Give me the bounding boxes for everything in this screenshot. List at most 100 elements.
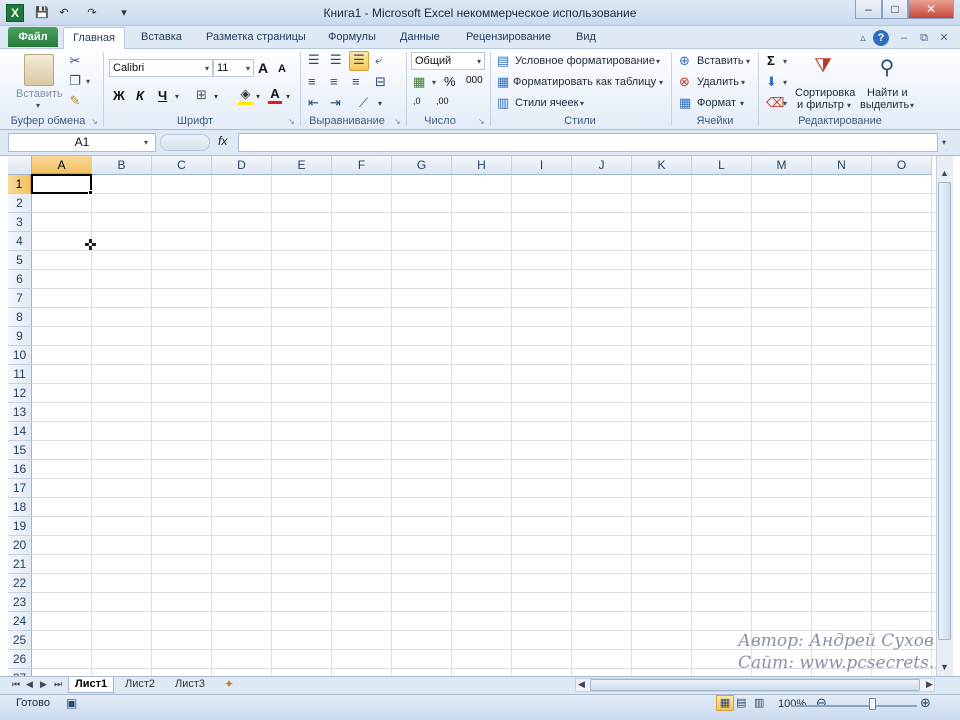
font-launcher-icon[interactable]: ↘ (288, 117, 295, 126)
borders-icon[interactable]: ⊞ (196, 87, 207, 103)
next-sheet-icon[interactable]: ▶ (40, 679, 47, 690)
decrease-decimal-button[interactable]: ,00 (436, 96, 449, 106)
font-color-button[interactable]: A (268, 85, 282, 104)
column-header[interactable]: I (512, 156, 572, 175)
number-format-combo[interactable]: Общий ▾ (411, 52, 485, 70)
align-right-icon[interactable]: ≡ (352, 74, 360, 89)
increase-decimal-button[interactable]: ,0 (413, 96, 421, 106)
increase-indent-icon[interactable]: ⇥ (330, 95, 341, 111)
formula-input[interactable] (238, 133, 938, 152)
tab-review[interactable]: Рецензирование (466, 31, 551, 43)
row-header[interactable]: 3 (8, 213, 32, 232)
normal-view-icon[interactable]: ▦ (716, 695, 734, 711)
find-select-label-2[interactable]: выделить (860, 99, 909, 111)
macro-record-icon[interactable]: ▣ (66, 696, 77, 710)
align-center-icon[interactable]: ≡ (330, 74, 338, 89)
row-header[interactable]: 8 (8, 308, 32, 327)
format-cells-dropdown-icon[interactable]: ▾ (740, 99, 744, 108)
conditional-formatting-button[interactable]: Условное форматирование (515, 55, 655, 67)
row-header[interactable]: 14 (8, 422, 32, 441)
font-color-dropdown-icon[interactable]: ▾ (286, 92, 290, 101)
paste-button[interactable]: Вставить (16, 88, 63, 100)
sort-filter-label-2[interactable]: и фильтр (797, 99, 844, 111)
workbook-restore-icon[interactable]: ⧉ (916, 30, 932, 46)
zoom-out-icon[interactable]: ⊖ (816, 695, 827, 711)
zoom-level[interactable]: 100% (778, 698, 806, 710)
font-name-combo[interactable]: Calibri ▾ (109, 59, 213, 77)
zoom-in-icon[interactable]: ⊕ (920, 695, 931, 711)
column-header[interactable]: M (752, 156, 812, 175)
conditional-formatting-dropdown-icon[interactable]: ▾ (656, 57, 660, 66)
shrink-font-button[interactable]: A (278, 63, 286, 75)
cell-styles-dropdown-icon[interactable]: ▾ (580, 99, 584, 108)
align-left-icon[interactable]: ≡ (308, 74, 316, 89)
row-header[interactable]: 25 (8, 631, 32, 650)
cell-styles-button[interactable]: Стили ячеек (515, 97, 578, 109)
copy-dropdown-icon[interactable]: ▾ (86, 77, 90, 86)
horizontal-scroll-thumb[interactable] (590, 679, 920, 691)
column-header[interactable]: C (152, 156, 212, 175)
sheet-tab-1[interactable]: Лист1 (68, 677, 115, 693)
autosum-button[interactable]: Σ (767, 53, 775, 68)
alignment-launcher-icon[interactable]: ↘ (394, 117, 401, 126)
sort-filter-icon[interactable]: ⧩ (808, 55, 838, 78)
last-sheet-icon[interactable]: ⏭ (54, 679, 62, 690)
fill-dropdown-icon[interactable]: ▾ (783, 78, 787, 87)
borders-dropdown-icon[interactable]: ▾ (214, 92, 218, 101)
select-all-corner[interactable] (8, 156, 32, 175)
expand-formula-bar-icon[interactable]: ▾ (942, 138, 946, 147)
underline-dropdown-icon[interactable]: ▾ (175, 92, 179, 101)
underline-button[interactable]: Ч (158, 88, 167, 103)
row-header[interactable]: 9 (8, 327, 32, 346)
italic-button[interactable]: К (136, 88, 144, 103)
clipboard-launcher-icon[interactable]: ↘ (91, 117, 98, 126)
grow-font-button[interactable]: A (258, 60, 268, 76)
scroll-down-icon[interactable]: ▼ (940, 662, 949, 672)
align-bottom-icon[interactable]: ☰ (349, 51, 369, 71)
row-header[interactable]: 22 (8, 574, 32, 593)
minimize-button[interactable]: – (855, 0, 882, 19)
copy-icon[interactable]: ❐ (68, 73, 82, 89)
scroll-up-icon[interactable]: ▲ (940, 168, 949, 178)
column-header[interactable]: K (632, 156, 692, 175)
workbook-minimize-icon[interactable]: – (896, 30, 912, 46)
fill-icon[interactable]: ⬇ (766, 74, 777, 90)
close-button[interactable]: ✕ (908, 0, 954, 19)
row-header[interactable]: 15 (8, 441, 32, 460)
row-header[interactable]: 26 (8, 650, 32, 669)
sort-filter-label-1[interactable]: Сортировка (795, 87, 855, 99)
page-break-view-icon[interactable]: ▥ (754, 696, 764, 709)
help-icon[interactable]: ? (873, 30, 889, 46)
cell-area[interactable] (32, 175, 936, 676)
insert-sheet-icon[interactable]: ✦ (224, 677, 234, 691)
find-select-icon[interactable]: ⚲ (872, 55, 902, 80)
row-header[interactable]: 1 (8, 175, 32, 194)
column-header[interactable]: E (272, 156, 332, 175)
fill-color-icon[interactable]: ◈ (238, 86, 253, 105)
format-as-table-button[interactable]: Форматировать как таблицу (513, 76, 656, 88)
row-header[interactable]: 10 (8, 346, 32, 365)
row-header[interactable]: 23 (8, 593, 32, 612)
maximize-button[interactable]: □ (882, 0, 908, 19)
page-layout-view-icon[interactable]: ▤ (736, 696, 746, 709)
insert-cells-dropdown-icon[interactable]: ▾ (746, 57, 750, 66)
row-header[interactable]: 20 (8, 536, 32, 555)
wrap-text-icon[interactable]: ⤶ (375, 52, 382, 68)
row-header[interactable]: 21 (8, 555, 32, 574)
scroll-right-icon[interactable]: ▶ (926, 679, 933, 690)
align-top-icon[interactable]: ☰ (308, 52, 320, 68)
format-as-table-dropdown-icon[interactable]: ▾ (659, 78, 663, 87)
tab-insert[interactable]: Вставка (141, 31, 182, 43)
currency-dropdown-icon[interactable]: ▾ (432, 78, 436, 87)
row-header[interactable]: 12 (8, 384, 32, 403)
row-header[interactable]: 11 (8, 365, 32, 384)
tab-data[interactable]: Данные (400, 31, 440, 43)
row-header[interactable]: 19 (8, 517, 32, 536)
delete-cells-dropdown-icon[interactable]: ▾ (741, 78, 745, 87)
format-cells-button[interactable]: Формат (697, 97, 736, 109)
format-painter-icon[interactable]: ✎ (68, 93, 82, 109)
zoom-slider[interactable] (791, 705, 917, 707)
column-header[interactable]: J (572, 156, 632, 175)
tab-view[interactable]: Вид (576, 31, 596, 43)
decrease-indent-icon[interactable]: ⇤ (308, 95, 319, 111)
